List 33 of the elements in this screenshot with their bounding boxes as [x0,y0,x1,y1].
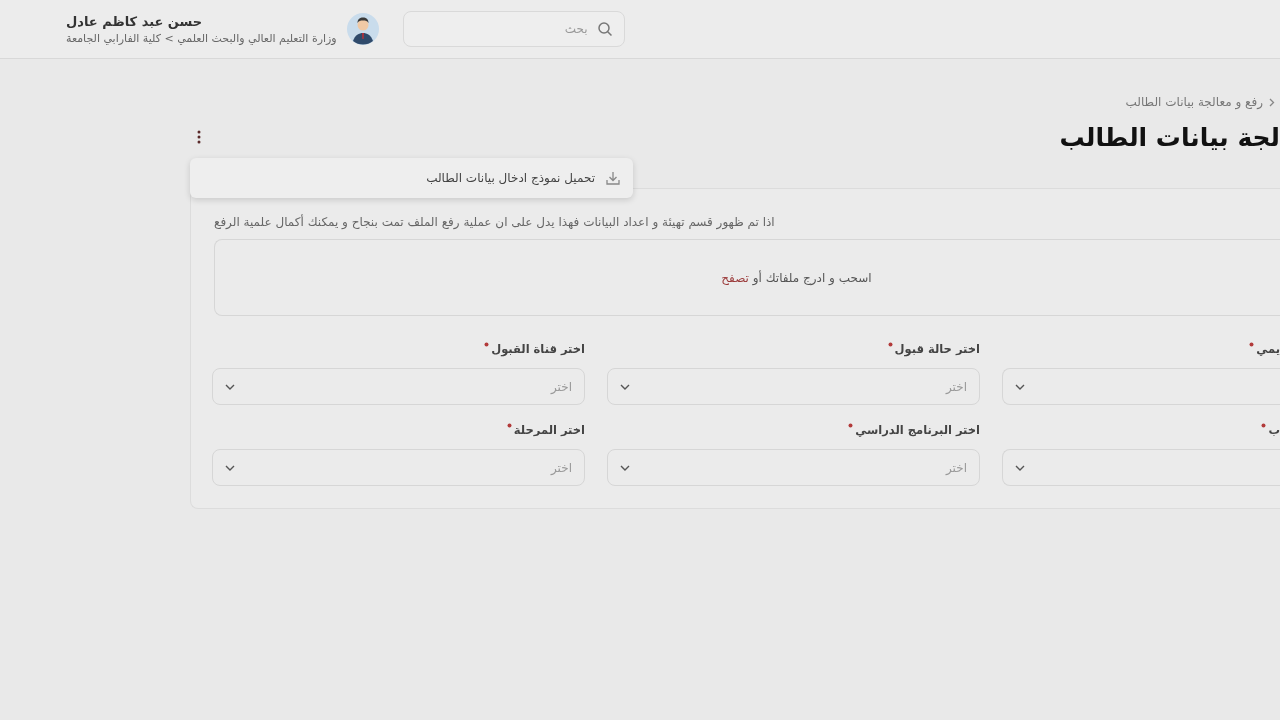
chevron-icon [1269,97,1275,107]
select-field[interactable] [1002,368,1280,405]
dropzone-text: اسحب و ادرج ملفاتك أو تصفح [721,270,872,285]
search-icon [596,21,613,37]
browse-link[interactable]: تصفح [721,270,749,285]
upload-note: اذا تم ظهور قسم تهيئة و اعداد البيانات فهذا يدل على ان عملية رفع الملف تمت بنجاح و يمكنك أكمال علمية الرفع [214,215,776,229]
chevron-down-icon [1015,383,1025,390]
select-field[interactable]: اختر [212,449,585,486]
select-field[interactable]: اختر [607,449,980,486]
chevron-down-icon [225,464,235,471]
avatar-icon [346,13,379,45]
menu-item[interactable]: تحميل نموذج ادخال بيانات الطالب [426,170,621,186]
file-dropzone[interactable]: اسحب و ادرج ملفاتك أو تصفح [214,239,1280,316]
field-label: ب [1268,423,1280,437]
field-label: اختر حالة قبول [894,342,980,356]
user-affiliation: وزارة التعليم العالي والبحث العلمي > كلية الفارابي الجامعة [66,31,337,45]
chevron-down-icon [1015,464,1025,471]
select-field[interactable] [1002,449,1280,486]
search-field[interactable]: بحث [402,11,625,47]
breadcrumb-item[interactable]: رفع و معالجة بيانات الطالب [1125,95,1263,109]
chevron-down-icon [620,383,630,390]
chevron-down-icon [225,383,235,390]
field-label: اختر البرنامج الدراسي [855,423,980,437]
field-label: اختر المرحلة [513,423,585,437]
chevron-down-icon [620,464,630,471]
more-options-icon[interactable] [196,129,202,145]
field-label: اختر قناة القبول [491,342,585,356]
download-icon [605,170,621,186]
user-name: حسن عبد كاظم عادل [66,13,203,29]
field-label: يمي [1256,342,1280,356]
select-field[interactable]: اختر [607,368,980,405]
page-title: لجة بيانات الطالب [1059,122,1280,154]
select-field[interactable]: اختر [212,368,585,405]
